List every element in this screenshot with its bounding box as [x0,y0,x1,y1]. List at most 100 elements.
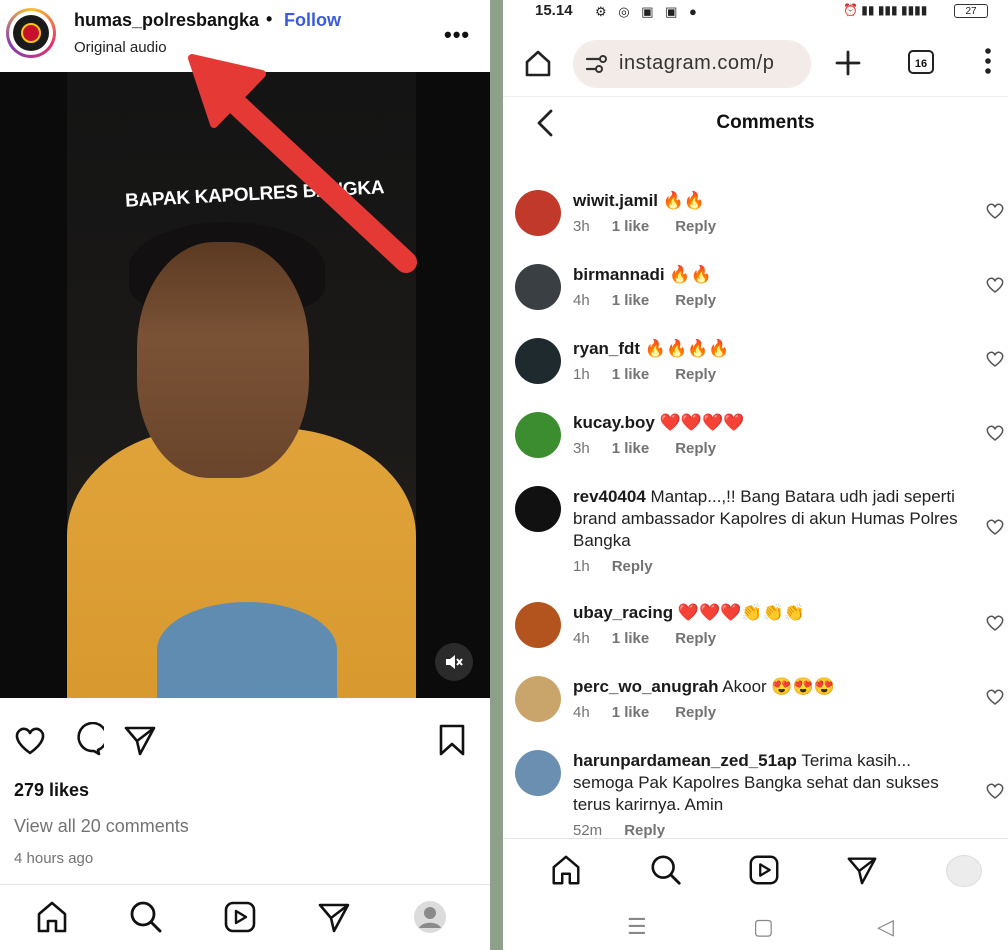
commenter-avatar[interactable] [515,190,561,236]
comment-username[interactable]: wiwit.jamil [573,191,658,210]
post-timestamp: 4 hours ago [14,850,94,867]
more-options-icon[interactable]: ••• [444,22,470,48]
reply-button[interactable]: Reply [612,558,653,575]
browser-toolbar: instagram.com/p 16 [503,28,1008,97]
comment-like-heart-icon[interactable] [985,350,1005,368]
bookmark-icon[interactable] [434,722,470,758]
comment-like-count[interactable]: 1 like [612,218,650,235]
comment-time: 3h [573,440,590,457]
comment-username[interactable]: rev40404 [573,487,646,506]
home-icon[interactable] [549,853,583,887]
mute-button[interactable] [435,643,473,681]
comment-like-heart-icon[interactable] [985,614,1005,632]
reply-button[interactable]: Reply [624,822,665,839]
comment-meta: 1h Reply [573,558,679,575]
view-all-comments-link[interactable]: View all 20 comments [14,816,189,837]
commenter-avatar[interactable] [515,486,561,532]
status-time: 15.14 [535,2,573,19]
comment-like-heart-icon[interactable] [985,688,1005,706]
comments-panel: 15.14 ⚙ ◎ ▣ ▣ ● ⏰ ▮▮ ▮▮▮ ▮▮▮▮ 27 instagr… [503,0,1008,950]
profile-avatar[interactable] [6,8,56,58]
post-username[interactable]: humas_polresbangka [74,10,259,31]
search-icon[interactable] [649,853,683,887]
comment-meta: 4h 1 like Reply [573,630,742,647]
police-logo-icon [13,15,49,51]
separator-dot: • [266,9,273,29]
reply-button[interactable]: Reply [675,366,716,383]
reply-button[interactable]: Reply [675,704,716,721]
comment-like-count[interactable]: 1 like [612,366,650,383]
new-tab-icon[interactable] [833,48,863,78]
home-icon[interactable] [34,899,70,935]
comment-body: 🔥🔥 [669,265,712,284]
commenter-avatar[interactable] [515,264,561,310]
comment-body: Akoor 😍😍😍 [722,677,835,696]
system-home-icon[interactable]: ▢ [753,914,774,940]
commenter-avatar[interactable] [515,602,561,648]
comment-meta: 4h 1 like Reply [573,292,742,309]
likes-count[interactable]: 279 likes [14,780,89,801]
comment-time: 52m [573,822,603,839]
comment-username[interactable]: birmannadi [573,265,665,284]
comment-like-heart-icon[interactable] [985,782,1005,800]
profile-icon[interactable] [412,899,448,935]
comment-username[interactable]: kucay.boy [573,413,655,432]
comment-like-count[interactable]: 1 like [612,630,650,647]
commenter-avatar[interactable] [515,412,561,458]
browser-home-icon[interactable] [523,48,553,78]
comments-title: Comments [716,112,815,133]
site-settings-icon[interactable] [585,53,609,75]
comment-text-block: ubay_racing ❤️❤️❤️👏👏👏 [573,602,963,624]
audio-label[interactable]: Original audio [74,39,167,56]
person-face [137,242,309,478]
comment-username[interactable]: harunpardamean_zed_51ap [573,751,797,770]
commenter-avatar[interactable] [515,676,561,722]
profile-avatar-small[interactable] [946,855,982,887]
tab-count-button[interactable]: 16 [908,50,934,74]
system-back-icon[interactable]: ◁ [877,914,894,940]
recent-apps-icon[interactable]: ☰ [627,914,647,940]
comment-like-count[interactable]: 1 like [612,440,650,457]
reply-button[interactable]: Reply [675,292,716,309]
comment-like-heart-icon[interactable] [985,424,1005,442]
commenter-avatar[interactable] [515,750,561,796]
comment-time: 1h [573,558,590,575]
share-icon[interactable] [122,722,158,758]
notification-icons: ⚙ ◎ ▣ ▣ ● [595,4,701,19]
url-text: instagram.com/p [619,52,775,74]
comment-like-count[interactable]: 1 like [612,292,650,309]
comment-username[interactable]: ryan_fdt [573,339,640,358]
search-icon[interactable] [128,899,164,935]
comment-username[interactable]: ubay_racing [573,603,673,622]
post-video[interactable]: BAPAK KAPOLRES BANGKA [0,72,490,698]
shirt-print [157,602,337,698]
comment-username[interactable]: perc_wo_anugrah [573,677,719,696]
comment-text-block: ryan_fdt 🔥🔥🔥🔥 [573,338,963,360]
comment-text-block: kucay.boy ❤️❤️❤️❤️ [573,412,963,434]
reply-button[interactable]: Reply [675,218,716,235]
comment-time: 1h [573,366,590,383]
comment-text-block: harunpardamean_zed_51ap Terima kasih... … [573,750,963,816]
reply-button[interactable]: Reply [675,440,716,457]
direct-message-icon[interactable] [316,899,352,935]
instagram-post-panel: humas_polresbangka • Follow Original aud… [0,0,490,950]
browser-menu-icon[interactable] [983,46,993,76]
comment-meta: 3h 1 like Reply [573,218,742,235]
heart-icon[interactable] [12,722,48,758]
reels-icon[interactable] [222,899,258,935]
comment-like-heart-icon[interactable] [985,518,1005,536]
comment-icon[interactable] [68,722,104,758]
commenter-avatar[interactable] [515,338,561,384]
reply-button[interactable]: Reply [675,630,716,647]
comment-time: 4h [573,292,590,309]
direct-message-icon[interactable] [845,853,879,887]
reels-icon[interactable] [747,853,781,887]
address-bar[interactable]: instagram.com/p [573,40,811,88]
post-header: humas_polresbangka • Follow Original aud… [0,0,490,72]
follow-button[interactable]: Follow [284,10,341,31]
comment-like-heart-icon[interactable] [985,202,1005,220]
comment-meta: 4h 1 like Reply [573,704,742,721]
comment-like-count[interactable]: 1 like [612,704,650,721]
comment-body: 🔥🔥 [662,191,706,210]
comment-like-heart-icon[interactable] [985,276,1005,294]
